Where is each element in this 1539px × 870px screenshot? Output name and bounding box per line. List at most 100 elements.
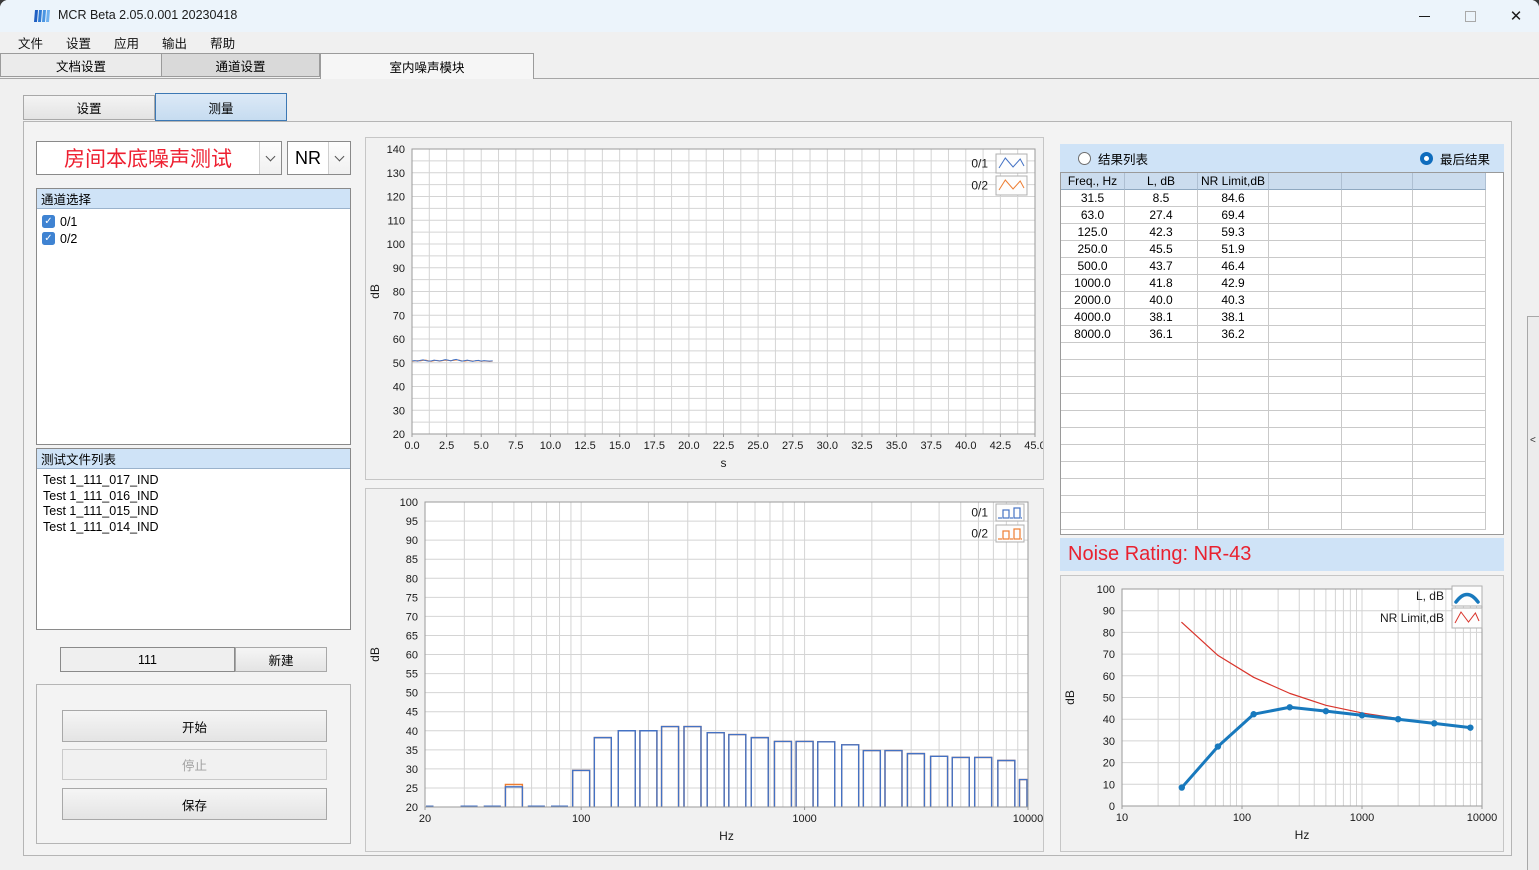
table-cell [1198,411,1269,428]
maximize-button[interactable] [1447,0,1493,32]
svg-text:0: 0 [1109,801,1115,813]
table-cell [1342,496,1413,513]
close-button[interactable]: ✕ [1493,0,1539,32]
channel-item-0/1[interactable]: ✓0/1 [37,213,350,230]
subtab-measure[interactable]: 测量 [155,93,287,121]
checkbox-icon[interactable]: ✓ [42,232,55,245]
minimize-button[interactable] [1401,0,1447,32]
svg-text:10: 10 [1103,779,1115,791]
table-cell: 63.0 [1061,207,1125,224]
subtab-settings[interactable]: 设置 [23,95,155,120]
table-cell: 27.4 [1125,207,1198,224]
test-type-combobox[interactable]: 房间本底噪声测试 [36,141,282,175]
svg-text:60: 60 [1103,671,1115,683]
table-cell [1269,292,1342,309]
table-cell [1269,224,1342,241]
svg-text:100: 100 [387,239,405,251]
table-cell [1198,462,1269,479]
table-cell [1269,275,1342,292]
table-cell [1342,258,1413,275]
nr-curve-chart: 101001000100000102030405060708090100HzdB… [1060,575,1504,852]
menu-item-5[interactable]: 帮助 [202,31,243,54]
app-window: MCR Beta 2.05.0.001 20230418 ✕ 文件设置应用输出帮… [0,0,1539,870]
collapse-left-icon: < [1530,435,1536,446]
table-cell [1342,411,1413,428]
stop-button[interactable]: 停止 [62,749,327,780]
table-cell: 4000.0 [1061,309,1125,326]
svg-text:Hz: Hz [719,829,734,843]
table-cell [1413,343,1486,360]
svg-text:20: 20 [393,429,405,441]
table-cell [1125,513,1198,530]
table-cell [1125,462,1198,479]
test-file-item[interactable]: Test 1_111_017_IND [37,473,350,489]
test-file-item[interactable]: Test 1_111_014_IND [37,520,350,536]
new-button[interactable]: 新建 [235,647,327,672]
svg-text:110: 110 [387,215,405,227]
table-cell [1061,428,1125,445]
menu-item-3[interactable]: 应用 [106,31,147,54]
rating-dropdown-arrow[interactable] [328,142,350,174]
table-cell: 43.7 [1125,258,1198,275]
table-cell [1061,343,1125,360]
table-cell [1342,513,1413,530]
table-header-cell: Freq., Hz [1061,173,1125,190]
table-cell [1061,377,1125,394]
window-title: MCR Beta 2.05.0.001 20230418 [58,8,237,22]
svg-text:12.5: 12.5 [574,440,595,452]
checkbox-icon[interactable]: ✓ [42,215,55,228]
svg-text:70: 70 [393,310,405,322]
svg-text:120: 120 [387,192,405,204]
table-cell [1269,445,1342,462]
test-type-dropdown-arrow[interactable] [259,142,281,174]
svg-text:17.5: 17.5 [644,440,665,452]
file-prefix-input[interactable] [60,647,235,672]
table-cell: 38.1 [1125,309,1198,326]
start-button[interactable]: 开始 [62,710,327,742]
svg-text:50: 50 [406,688,418,700]
table-header-cell [1413,173,1486,190]
svg-text:90: 90 [1103,606,1115,618]
table-cell [1125,360,1198,377]
table-cell [1413,224,1486,241]
table-cell [1413,479,1486,496]
svg-text:100: 100 [400,497,418,509]
test-file-item[interactable]: Test 1_111_016_IND [37,489,350,505]
menu-item-4[interactable]: 输出 [154,31,195,54]
svg-text:70: 70 [1103,649,1115,661]
table-cell: 40.3 [1198,292,1269,309]
menu-item-2[interactable]: 设置 [58,31,99,54]
svg-text:50: 50 [1103,693,1115,705]
collapse-panel-handle[interactable]: < [1527,316,1539,870]
rating-combobox[interactable]: NR [287,141,351,175]
table-cell [1269,394,1342,411]
table-cell [1198,513,1269,530]
test-file-item[interactable]: Test 1_111_015_IND [37,504,350,520]
noise-rating-banner: Noise Rating: NR-43 [1060,538,1504,571]
table-cell [1342,309,1413,326]
main-tab-strip: 文档设置 通道设置 室内噪声模块 [0,53,1539,79]
svg-text:7.5: 7.5 [508,440,523,452]
table-cell [1061,496,1125,513]
table-cell: 45.5 [1125,241,1198,258]
legend-label: 0/1 [971,506,988,520]
tab-document-settings[interactable]: 文档设置 [0,53,162,77]
tab-indoor-noise-module[interactable]: 室内噪声模块 [320,53,534,79]
svg-text:10: 10 [1116,812,1128,824]
table-cell [1125,445,1198,462]
table-cell [1342,360,1413,377]
tab-channel-settings[interactable]: 通道设置 [161,53,320,77]
table-cell [1198,445,1269,462]
radio-result-list-label: 结果列表 [1098,149,1148,168]
channel-item-0/2[interactable]: ✓0/2 [37,230,350,247]
result-table: Freq., HzL, dBNR Limit,dB31.58.584.663.0… [1060,172,1504,535]
radio-last-result[interactable] [1420,152,1433,165]
radio-result-list[interactable] [1078,152,1091,165]
table-cell [1125,428,1198,445]
svg-text:10000: 10000 [1013,813,1043,825]
menu-item-1[interactable]: 文件 [10,31,51,54]
save-button[interactable]: 保存 [62,788,327,820]
title-bar: MCR Beta 2.05.0.001 20230418 ✕ [0,0,1539,32]
svg-text:90: 90 [406,535,418,547]
svg-text:50: 50 [393,358,405,370]
